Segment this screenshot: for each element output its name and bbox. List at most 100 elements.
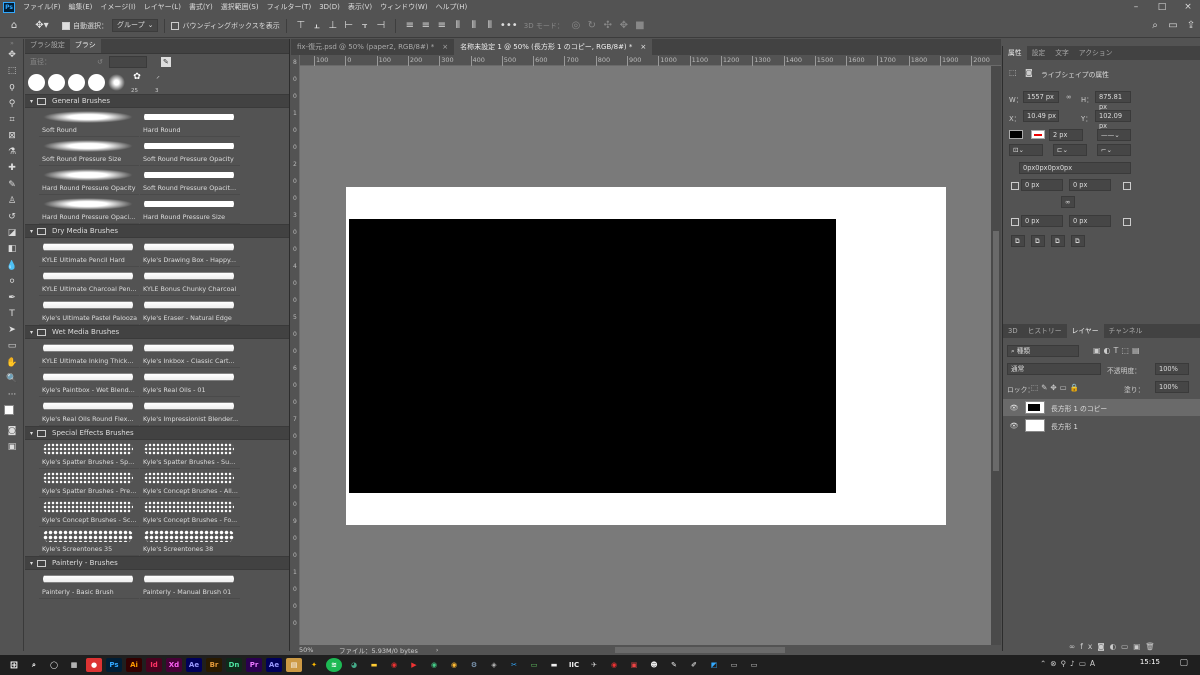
preset-soft-round-icon[interactable] <box>28 73 45 91</box>
preset-custom-icon[interactable]: ✿ 25 <box>128 72 146 94</box>
app-red-icon[interactable]: ● <box>86 658 102 672</box>
link-corners-icon[interactable]: ∞ <box>1061 196 1075 208</box>
app-window2-icon[interactable]: ▭ <box>746 658 762 672</box>
layer-filter-dropdown[interactable]: ⌕ 種類 <box>1007 345 1079 357</box>
history-brush-tool-icon[interactable]: ↺ <box>0 209 24 225</box>
brush-preset[interactable]: Hard Round Pressure Opacity <box>39 166 139 195</box>
chevron-down-icon[interactable]: ▾ <box>30 329 33 336</box>
3d-camera-icon[interactable]: ■ <box>632 18 648 34</box>
indesign-taskbar-icon[interactable]: Id <box>146 658 162 672</box>
menu-file[interactable]: ファイル(F) <box>19 2 65 12</box>
crop-tool-icon[interactable]: ⌗ <box>0 112 24 128</box>
home-icon[interactable]: ⌂ <box>0 18 28 34</box>
stroke-color-swatch[interactable] <box>1031 130 1045 139</box>
align-left-icon[interactable]: ⊢ <box>341 18 357 34</box>
aftereffects2-taskbar-icon[interactable]: Ae <box>266 658 282 672</box>
3d-orbit-icon[interactable]: ◎ <box>568 18 584 34</box>
lock-icons[interactable]: ⬚✎✥▭🔒 <box>1031 383 1082 392</box>
lasso-tool-icon[interactable]: ϙ <box>0 79 24 95</box>
minimize-icon[interactable]: – <box>1124 0 1148 14</box>
brush-preset[interactable]: Kyle's Screentones 35 <box>39 527 139 556</box>
align-vcenter-icon[interactable]: ⫠ <box>309 18 325 34</box>
width-field[interactable]: 1557 px <box>1023 91 1059 103</box>
eye-icon[interactable]: 👁 <box>1009 404 1019 412</box>
stroke-caps-dropdown[interactable]: ⊏⌄ <box>1053 144 1087 156</box>
app-blue2-icon[interactable]: ◩ <box>706 658 722 672</box>
brush-preset[interactable]: Kyle's Real Oils Round Flex... <box>39 397 139 426</box>
auto-select-checkbox[interactable] <box>62 21 70 30</box>
premiere-taskbar-icon[interactable]: Pr <box>246 658 262 672</box>
menu-3d[interactable]: 3D(D) <box>315 3 344 11</box>
brush-preset[interactable]: Kyle's Concept Brushes - Sc... <box>39 498 139 527</box>
new-brush-icon[interactable]: ✎ <box>160 57 171 67</box>
distribute-vcenter-icon[interactable]: ≡ <box>418 18 434 34</box>
brush-preset[interactable]: Kyle's Spatter Brushes - Su... <box>140 440 240 469</box>
eraser-tool-icon[interactable]: ◪ <box>0 225 24 241</box>
reset-icon[interactable]: ↺ <box>97 58 103 66</box>
illustrator-taskbar-icon[interactable]: Ai <box>126 658 142 672</box>
blend-mode-dropdown[interactable]: 通常 <box>1007 363 1101 375</box>
brush-group-header[interactable]: ▾ Painterly - Brushes <box>25 556 289 570</box>
align-hcenter-icon[interactable]: ⫟ <box>357 18 373 34</box>
corner-top-right-field[interactable]: 0 px <box>1069 179 1111 191</box>
move-tool-icon[interactable]: ✥ <box>0 47 24 63</box>
bridge-taskbar-icon[interactable]: Br <box>206 658 222 672</box>
3d-roll-icon[interactable]: ↻ <box>584 18 600 34</box>
brush-preset[interactable]: Soft Round Pressure Size <box>39 137 139 166</box>
pathfinder-intersect-icon[interactable]: ⧉ <box>1051 235 1065 247</box>
chevron-down-icon[interactable]: ▾ <box>30 560 33 567</box>
menu-window[interactable]: ウィンドウ(W) <box>376 2 431 12</box>
layer-actions-bar[interactable]: ∞fx◙◐▭▣🗑 <box>1069 642 1160 651</box>
stroke-width-field[interactable]: 2 px <box>1049 129 1083 141</box>
pathfinder-combine-icon[interactable]: ⧉ <box>1011 235 1025 247</box>
menu-filter[interactable]: フィルター(T) <box>263 2 316 12</box>
steam-icon[interactable]: ⚙ <box>466 658 482 672</box>
brush-group-header[interactable]: ▾ Wet Media Brushes <box>25 325 289 339</box>
explorer-icon[interactable]: ▦ <box>66 658 82 672</box>
3d-drag-icon[interactable]: ✣ <box>600 18 616 34</box>
app-green-icon[interactable]: ◕ <box>346 658 362 672</box>
blur-tool-icon[interactable]: 💧 <box>0 257 24 273</box>
clone-stamp-tool-icon[interactable]: ♙ <box>0 193 24 209</box>
preset-hard-round-icon[interactable] <box>48 73 65 91</box>
spotify-icon[interactable]: ≋ <box>326 658 342 672</box>
corner-bottom-right-field[interactable]: 0 px <box>1069 215 1111 227</box>
youtube-icon[interactable]: ▶ <box>406 658 422 672</box>
notification-icon[interactable]: ▢ <box>1179 658 1188 668</box>
opacity-field[interactable]: 100% <box>1155 363 1189 375</box>
brush-preset[interactable]: Kyle's Drawing Box - Happy... <box>140 238 240 267</box>
tab-layers[interactable]: レイヤー <box>1066 324 1104 338</box>
xd-taskbar-icon[interactable]: Xd <box>166 658 182 672</box>
app-plane-icon[interactable]: ✈ <box>586 658 602 672</box>
pathfinder-subtract-icon[interactable]: ⧉ <box>1031 235 1045 247</box>
magic-wand-tool-icon[interactable]: ⚲ <box>0 96 24 112</box>
collapse-icon[interactable]: » <box>0 39 24 47</box>
brush-preset[interactable]: Kyle's Paintbox - Wet Blend... <box>39 368 139 397</box>
brush-preset[interactable]: Kyle's Concept Brushes - Fo... <box>140 498 240 527</box>
rectangle-shape-layer[interactable] <box>349 219 836 493</box>
distribute-hcenter-icon[interactable]: ⦀ <box>466 18 482 34</box>
app-ime-icon[interactable]: IIC <box>566 658 582 672</box>
brush-preset[interactable]: Painterly - Basic Brush <box>39 570 139 599</box>
distribute-right-icon[interactable]: ⦀ <box>482 18 498 34</box>
app-red3-icon[interactable]: ▣ <box>626 658 642 672</box>
brush-group-header[interactable]: ▾ Dry Media Brushes <box>25 224 289 238</box>
tab-document-untitled[interactable]: 名称未設定 1 @ 50% (長方形 1 のコピー, RGB/8#) * × <box>454 39 653 55</box>
layer-row-rect[interactable]: 👁 長方形 1 <box>1003 417 1200 434</box>
more-options-button[interactable]: ••• <box>498 18 520 34</box>
tab-actions[interactable]: アクション <box>1074 46 1118 60</box>
scrollbar-thumb[interactable] <box>993 231 999 471</box>
distribute-top-icon[interactable]: ≡ <box>402 18 418 34</box>
brush-preset[interactable]: KYLE Bonus Chunky Charcoal <box>140 267 240 296</box>
layer-filter-icons[interactable]: ▣◐T⬚▤ <box>1093 346 1143 355</box>
horizontal-scrollbar[interactable] <box>615 647 785 653</box>
stroke-type-dropdown[interactable]: ——⌄ <box>1097 129 1131 141</box>
menu-view[interactable]: 表示(V) <box>344 2 376 12</box>
app-cat-icon[interactable]: ☻ <box>646 658 662 672</box>
rectangle-tool-icon[interactable]: ▭ <box>0 338 24 354</box>
distribute-left-icon[interactable]: ⦀ <box>450 18 466 34</box>
brush-preset[interactable]: KYLE Ultimate Pencil Hard <box>39 238 139 267</box>
aftereffects-taskbar-icon[interactable]: Ae <box>186 658 202 672</box>
move-tool-icon[interactable]: ✥▾ <box>28 18 56 34</box>
y-field[interactable]: 102.09 px <box>1095 110 1131 130</box>
